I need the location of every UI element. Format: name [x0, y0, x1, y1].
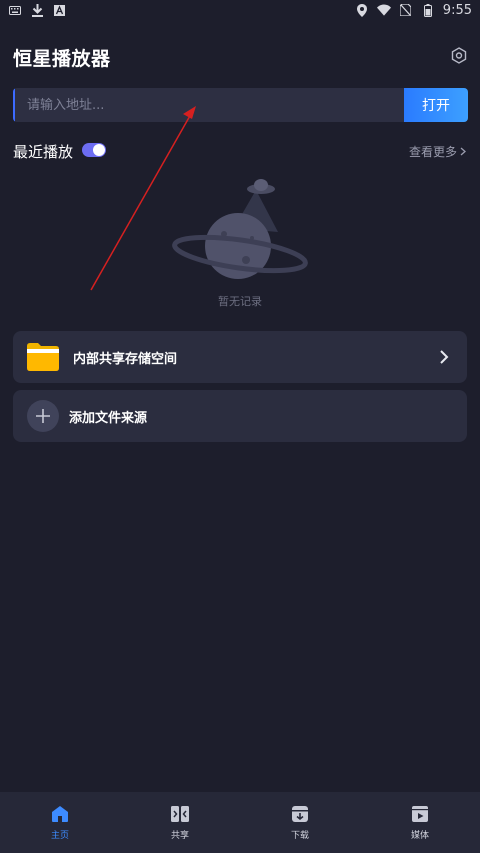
battery-icon	[421, 3, 435, 17]
nav-home-label: 主页	[50, 831, 69, 841]
download-icon	[30, 3, 44, 17]
status-left	[8, 3, 66, 17]
plus-icon	[27, 400, 59, 432]
nav-share-label: 共享	[170, 831, 189, 841]
bottom-nav: 主页 共享 下载 媒体	[0, 792, 480, 853]
add-source-label: 添加文件来源	[69, 410, 148, 426]
recent-toggle[interactable]	[82, 143, 106, 157]
open-button[interactable]: 打开	[404, 88, 468, 122]
hexagon-settings-icon	[451, 46, 467, 64]
location-icon	[355, 3, 369, 17]
no-sim-icon	[399, 3, 413, 17]
ufo-planet-illustration	[172, 179, 308, 279]
keyboard-icon	[8, 3, 22, 17]
add-source-card[interactable]: 添加文件来源	[13, 390, 467, 442]
internal-storage-label: 内部共享存储空间	[73, 351, 178, 367]
recent-label: 最近播放	[13, 143, 74, 161]
share-icon	[171, 806, 189, 822]
toggle-knob	[93, 144, 105, 156]
nav-download[interactable]: 下载	[255, 804, 345, 841]
status-time: 9:55	[442, 2, 472, 18]
nav-media[interactable]: 媒体	[375, 804, 465, 841]
chevron-right-icon	[460, 147, 467, 156]
internal-storage-card[interactable]: 内部共享存储空间	[13, 331, 467, 383]
see-more-label: 查看更多	[409, 145, 458, 159]
font-icon	[52, 3, 66, 17]
download-box-icon	[292, 806, 308, 822]
app-title: 恒星播放器	[13, 48, 111, 70]
see-more-link[interactable]: 查看更多	[409, 143, 467, 160]
media-icon	[412, 806, 428, 822]
nav-download-label: 下载	[290, 831, 309, 841]
status-right: 9:55	[355, 3, 472, 18]
settings-button[interactable]	[448, 44, 470, 66]
nav-media-label: 媒体	[410, 831, 429, 841]
nav-share[interactable]: 共享	[135, 804, 225, 841]
nav-home[interactable]: 主页	[15, 804, 105, 841]
status-bar: 9:55	[0, 0, 480, 20]
empty-text: 暂无记录	[218, 295, 262, 308]
wifi-icon	[376, 3, 391, 17]
url-bar: 打开	[13, 88, 468, 122]
folder-icon	[27, 343, 59, 371]
home-icon	[52, 806, 68, 822]
url-input[interactable]	[13, 88, 404, 122]
chevron-right-icon	[440, 350, 449, 364]
